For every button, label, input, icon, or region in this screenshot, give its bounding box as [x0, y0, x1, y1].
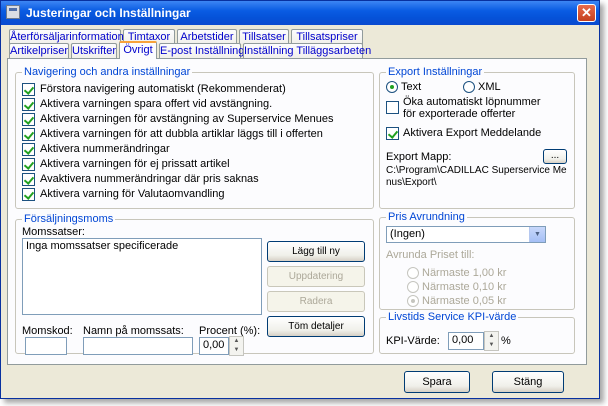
- kpi-group: Livstids Service KPI-värde KPI-Värde: 0,…: [379, 311, 575, 354]
- tab-tillsatspriser[interactable]: Tillsatspriser: [291, 29, 363, 44]
- export-settings-group: Export Inställningar Text XML Öka automa…: [379, 66, 575, 209]
- checkbox[interactable]: [22, 83, 35, 96]
- export-folder-label: Export Mapp:: [386, 151, 452, 163]
- vat-name-input[interactable]: [83, 337, 193, 355]
- rounding-sub-label: Avrunda Priset till:: [386, 249, 475, 261]
- tab-arbetstider[interactable]: Arbetstider: [177, 29, 237, 44]
- app-icon: [6, 5, 20, 19]
- tab-panel-ovrigt: Navigering och andra inställningar Först…: [7, 58, 587, 365]
- close-window-button[interactable]: ✕: [577, 4, 596, 22]
- rounding-option-radio-1[interactable]: [407, 267, 419, 279]
- tab-tillsatser[interactable]: Tillsatser: [239, 29, 289, 44]
- rounding-option-radio-2[interactable]: [407, 281, 419, 293]
- update-vat-button[interactable]: Uppdatering: [267, 266, 365, 287]
- rounding-option-label-1: Närmaste 1,00 kr: [422, 267, 507, 279]
- checkbox[interactable]: [22, 188, 35, 201]
- auto-increment-label: Öka automatiskt löpnummer för exporterad…: [403, 96, 541, 120]
- rounding-select[interactable]: (Ingen) ▼: [386, 226, 546, 243]
- navigation-group-title: Navigering och andra inställningar: [22, 66, 193, 78]
- vat-code-input[interactable]: [25, 337, 67, 355]
- nav-option-label: Aktivera varningen för ej prissatt artik…: [40, 158, 230, 170]
- rounding-group-title: Pris Avrundning: [386, 211, 467, 223]
- checkbox[interactable]: [22, 158, 35, 171]
- tab-utskrifter[interactable]: Utskrifter: [71, 43, 117, 58]
- kpi-group-title: Livstids Service KPI-värde: [386, 311, 519, 323]
- export-xml-label: XML: [478, 81, 501, 93]
- window-title: Justeringar och Inställningar: [26, 6, 191, 20]
- export-text-radio[interactable]: [386, 81, 398, 93]
- checkbox[interactable]: [22, 128, 35, 141]
- clear-details-button[interactable]: Töm detaljer: [267, 316, 365, 337]
- chevron-down-icon[interactable]: ▼: [529, 227, 545, 242]
- tab-artikelpriser[interactable]: Artikelpriser: [9, 43, 69, 58]
- export-xml-radio[interactable]: [463, 81, 475, 93]
- vat-rates-list[interactable]: Inga momssatser specificerade: [22, 238, 262, 315]
- list-item[interactable]: Inga momssatser specificerade: [26, 240, 258, 252]
- checkbox[interactable]: [22, 173, 35, 186]
- export-messages-label: Aktivera Export Meddelande: [403, 127, 542, 139]
- navigation-group: Navigering och andra inställningar Först…: [15, 66, 374, 209]
- add-vat-button[interactable]: Lägg till ny: [267, 241, 365, 262]
- nav-option-label: Aktivera varningen för avstängning av Su…: [40, 113, 334, 125]
- checkbox[interactable]: [22, 113, 35, 126]
- rounding-selected-value: (Ingen): [390, 228, 425, 240]
- vat-code-label: Momskod:: [22, 325, 73, 337]
- nav-option-label: Aktivera varning för Valutaomvandling: [40, 188, 225, 200]
- spin-down-icon[interactable]: ▼: [485, 341, 498, 350]
- tab-installning-tillaggsarbeten[interactable]: Inställning Tilläggsarbeten: [243, 43, 371, 58]
- delete-vat-button[interactable]: Radera: [267, 291, 365, 312]
- price-rounding-group: Pris Avrundning (Ingen) ▼ Avrunda Priset…: [379, 211, 575, 310]
- export-group-title: Export Inställningar: [386, 66, 485, 78]
- kpi-input[interactable]: 0,00: [448, 332, 484, 350]
- spin-up-icon[interactable]: ▲: [230, 337, 243, 346]
- save-button[interactable]: Spara: [404, 371, 470, 393]
- export-text-label: Text: [401, 81, 422, 93]
- nav-option-label: Aktivera varningen för att dubbla artikl…: [40, 128, 323, 140]
- rounding-option-label-2: Närmaste 0,10 kr: [422, 281, 507, 293]
- vat-name-label: Namn på momssats:: [83, 325, 184, 337]
- tab-e-post-installningar[interactable]: E-post Inställningar: [159, 43, 254, 58]
- spin-down-icon[interactable]: ▼: [230, 346, 243, 355]
- kpi-label: KPI-Värde:: [386, 335, 440, 347]
- close-icon: ✕: [581, 5, 592, 20]
- spin-up-icon[interactable]: ▲: [485, 332, 498, 341]
- checkbox[interactable]: [22, 143, 35, 156]
- tab-aterforsaljarinformation[interactable]: Återförsäljarinformation: [9, 29, 124, 44]
- vat-list-label: Momssatser:: [22, 226, 85, 238]
- tab-ovrigt[interactable]: Övrigt: [119, 41, 157, 59]
- vat-percent-stepper[interactable]: ▲ ▼: [229, 336, 244, 356]
- vat-group: Försäljningsmoms Momssatser: Inga momssa…: [15, 213, 374, 356]
- vat-group-title: Försäljningsmoms: [22, 213, 116, 225]
- nav-option-label: Aktivera varningen spara offert vid avst…: [40, 98, 273, 110]
- auto-increment-checkbox[interactable]: [386, 101, 399, 114]
- kpi-unit: %: [501, 335, 511, 347]
- close-button[interactable]: Stäng: [492, 371, 564, 393]
- nav-option-label: Förstora navigering automatiskt (Rekomme…: [40, 83, 286, 95]
- export-folder-path: C:\Program\CADILLAC Superservice Menus\E…: [386, 165, 567, 188]
- settings-dialog: Justeringar och Inställningar ✕ Återförs…: [0, 0, 600, 399]
- rounding-option-label-3: Närmaste 0,05 kr: [422, 295, 507, 307]
- vat-percent-input[interactable]: 0,00: [199, 337, 229, 355]
- title-bar: Justeringar och Inställningar ✕: [1, 1, 599, 25]
- checkbox[interactable]: [22, 98, 35, 111]
- tab-row-2: Artikelpriser Utskrifter Övrigt E-post I…: [9, 41, 371, 59]
- nav-option-label: Avaktivera nummerändringar där pris sakn…: [40, 173, 259, 185]
- rounding-option-radio-3[interactable]: [407, 295, 419, 307]
- browse-folder-button[interactable]: ...: [543, 149, 567, 164]
- export-messages-checkbox[interactable]: [386, 127, 399, 140]
- nav-option-label: Aktivera nummerändringar: [40, 143, 170, 155]
- kpi-stepper[interactable]: ▲ ▼: [484, 331, 499, 351]
